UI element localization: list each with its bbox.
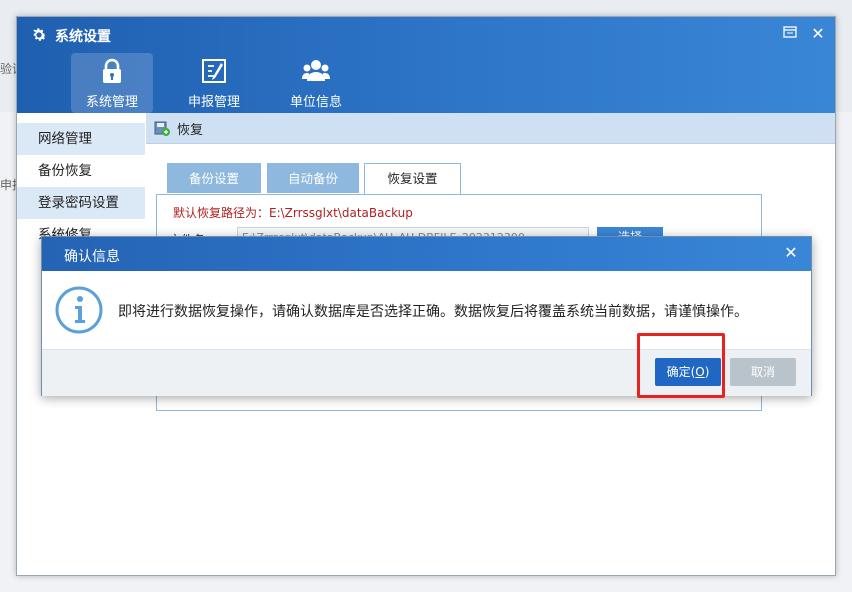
- cancel-button[interactable]: 取消: [730, 358, 796, 386]
- default-restore-path: 默认恢复路径为：E:\Zrrssglxt\dataBackup: [173, 206, 413, 220]
- info-icon: [55, 286, 103, 334]
- close-icon[interactable]: ✕: [782, 244, 800, 262]
- dialog-message: 即将进行数据恢复操作，请确认数据库是否选择正确。数据恢复后将覆盖系统当前数据，请…: [118, 304, 748, 320]
- users-icon: [302, 60, 330, 81]
- nav-item-declaration[interactable]: 申报管理: [173, 53, 255, 113]
- dialog-title: 确认信息: [64, 249, 120, 265]
- lock-icon: [103, 58, 121, 83]
- restore-icon: [154, 121, 170, 136]
- highlight-annotation: [637, 333, 725, 398]
- tab-restore-settings[interactable]: 恢复设置: [364, 163, 461, 195]
- nav-label: 系统管理: [85, 95, 138, 110]
- content-header: 恢复: [146, 113, 835, 144]
- maximize-icon[interactable]: [781, 25, 799, 43]
- content-title: 恢复: [177, 123, 204, 138]
- nav-label: 单位信息: [289, 95, 342, 110]
- sidebar-item-password[interactable]: 登录密码设置: [17, 187, 145, 219]
- nav-item-system[interactable]: 系统管理: [71, 53, 153, 113]
- window-title: 系统设置: [55, 29, 111, 45]
- close-icon[interactable]: ✕: [809, 25, 827, 43]
- dialog-header: 确认信息 ✕: [42, 237, 811, 271]
- nav-label: 申报管理: [187, 95, 240, 110]
- nav-item-unit-info[interactable]: 单位信息: [275, 53, 357, 113]
- gear-icon: [33, 28, 47, 41]
- window-header: 系统设置 ✕ 系统管理 申报管理 单位信息: [17, 17, 835, 113]
- tab-backup-settings[interactable]: 备份设置: [167, 163, 261, 193]
- edit-document-icon: [202, 59, 226, 83]
- tab-auto-backup[interactable]: 自动备份: [267, 163, 359, 193]
- sidebar-item-network[interactable]: 网络管理: [17, 123, 145, 155]
- sidebar-item-backup-restore[interactable]: 备份恢复: [17, 155, 145, 187]
